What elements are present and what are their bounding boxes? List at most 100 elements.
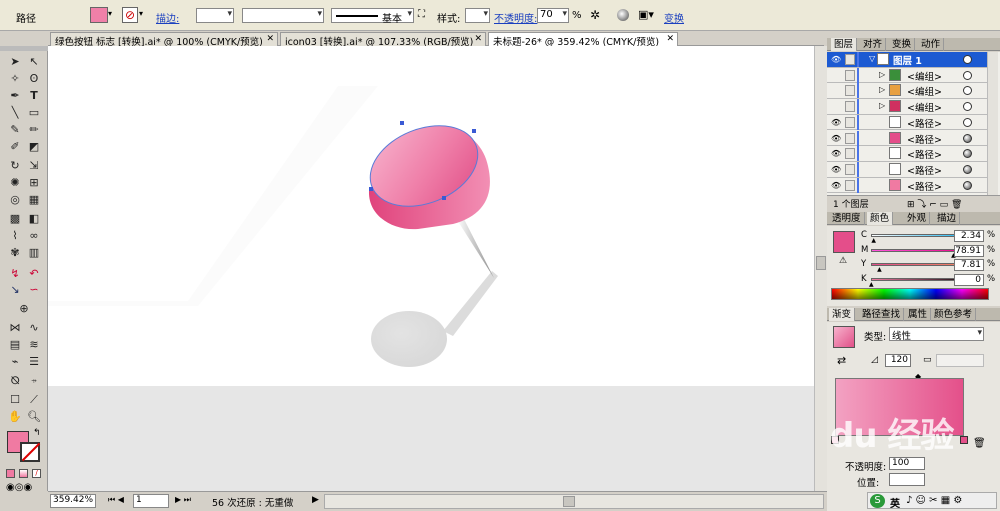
reverse-gradient-icon[interactable]: ⇄ [837, 354, 846, 367]
graph-tool-icon[interactable]: ▥ [26, 245, 42, 261]
lock-toggle[interactable] [845, 148, 855, 160]
target-circle-icon[interactable] [963, 102, 972, 112]
crosshair-tool-icon[interactable]: ⊕ [16, 301, 32, 317]
next-page-icon[interactable]: ▶ ⏭ [175, 495, 191, 505]
visibility-eye-icon[interactable]: 👁︎ [831, 149, 841, 158]
gradient-type-dropdown[interactable]: 线性 [889, 327, 984, 342]
warp-envelope-icon[interactable]: ∿ [26, 320, 42, 336]
layer-row[interactable]: 👁︎ <路径> [827, 130, 992, 147]
channel-value-field[interactable]: 0 [954, 273, 984, 286]
visibility-eye-icon[interactable]: 👁︎ [831, 181, 841, 190]
color-spectrum[interactable] [831, 288, 989, 300]
globe-icon[interactable] [617, 9, 629, 21]
swap-icon[interactable]: ↰ [33, 428, 41, 438]
selection-tool-icon[interactable]: ➤ [7, 54, 23, 70]
opacity-field[interactable]: 70 [537, 8, 569, 23]
tab-doc-3[interactable]: 未标题-26* @ 359.42% (CMYK/预览) ✕ [488, 32, 678, 46]
close-icon[interactable]: ✕ [474, 34, 482, 44]
live-paint-icon[interactable]: ∽ [26, 282, 42, 298]
scale-tool-icon[interactable]: ⇲ [26, 158, 42, 174]
direct-selection-tool-icon[interactable]: ↖ [26, 54, 42, 70]
target-circle-icon[interactable] [963, 133, 972, 143]
fill-swatch[interactable] [90, 7, 108, 23]
zoom-tool-icon[interactable]: 🔍︎ [26, 409, 42, 425]
visibility-eye-icon[interactable]: 👁︎ [831, 118, 841, 127]
stroke-none-icon[interactable]: ⊘ [122, 7, 138, 23]
pencil-icon[interactable]: ✏ [26, 122, 42, 138]
none-mode-icon[interactable]: / [32, 469, 41, 478]
visibility-eye-icon[interactable] [831, 71, 840, 80]
rectangle-tool-icon[interactable]: ▭ [26, 105, 42, 121]
type-tool-icon[interactable]: T [26, 88, 42, 104]
tab-transform[interactable]: 变换 [889, 38, 916, 51]
slider-handle-icon[interactable]: ▲ [877, 266, 882, 273]
gradient-stop-end[interactable] [960, 436, 968, 444]
stroke-label[interactable]: 描边: [156, 10, 179, 25]
tab-appearance[interactable]: 外观 [904, 212, 931, 225]
expand-triangle-icon[interactable]: ▷ [879, 101, 885, 110]
toolbox-grip[interactable] [0, 46, 48, 51]
tab-doc-2[interactable]: icon03 [转换].ai* @ 107.33% (RGB/预览) ✕ [280, 32, 486, 46]
gradient-swatch[interactable] [833, 326, 855, 348]
perspective-grid-icon[interactable]: ▦ [26, 192, 42, 208]
horizontal-scrollbar[interactable] [324, 494, 824, 509]
target-circle-icon[interactable] [963, 70, 972, 80]
anchor-point[interactable] [400, 121, 404, 125]
lock-toggle[interactable] [845, 69, 855, 81]
vertical-scrollbar[interactable] [814, 46, 827, 491]
slice-knife-icon[interactable]: ⟋ [26, 392, 42, 408]
scroll-thumb[interactable] [563, 496, 575, 507]
recolor-icon[interactable]: ✲ [590, 8, 608, 24]
tab-align[interactable]: 对齐 [860, 38, 887, 51]
warp-tool-icon[interactable]: ✺ [7, 175, 23, 191]
target-circle-icon[interactable] [963, 86, 972, 96]
visibility-eye-icon[interactable]: 👁︎ [831, 165, 841, 174]
lock-toggle[interactable] [845, 132, 855, 144]
knife-tool-icon[interactable]: ≋ [26, 337, 42, 353]
lock-toggle[interactable] [845, 116, 855, 128]
slice-tool-icon[interactable]: ↶ [26, 266, 42, 282]
target-circle-icon[interactable] [963, 149, 972, 159]
line-tool-icon[interactable]: ╲ [7, 105, 23, 121]
visibility-eye-icon[interactable] [831, 86, 840, 95]
stroke-color-swatch[interactable] [20, 442, 41, 462]
tab-layers[interactable]: 图层 [831, 38, 858, 51]
rotate-tool-icon[interactable]: ↻ [7, 158, 23, 174]
isolate-icon[interactable]: ▣▾ [638, 8, 660, 24]
lock-toggle[interactable] [845, 163, 855, 175]
channel-value-field[interactable]: 78.91 [954, 244, 984, 257]
measure-tool-icon[interactable]: ⦰ [7, 373, 23, 389]
scissors-icon[interactable]: ⌁ [7, 354, 23, 370]
layer-row[interactable]: 👁︎ <路径> [827, 177, 992, 194]
visibility-eye-icon[interactable] [831, 102, 840, 111]
gradient-tool-icon[interactable]: ◧ [26, 211, 42, 227]
blob-brush-icon[interactable]: ✐ [7, 139, 23, 155]
aspect-field[interactable] [936, 354, 984, 367]
tab-stroke[interactable]: 描边 [934, 212, 961, 225]
layer-row[interactable]: 👁︎ <路径> [827, 161, 992, 178]
eyedropper-alt-icon[interactable]: ⍆ [26, 373, 42, 389]
channel-value-field[interactable]: 2.34 [954, 230, 984, 242]
tab-pathfinder[interactable]: 路径查找 [859, 308, 905, 321]
tab-transparency[interactable]: 透明度 [829, 212, 865, 225]
table-tool-icon[interactable]: ▤ [7, 337, 23, 353]
page-field[interactable]: 1 [133, 494, 169, 508]
tab-gradient[interactable]: 渐变 [829, 308, 856, 321]
pen-tool-icon[interactable]: ✒ [7, 88, 23, 104]
layer-row[interactable]: ▷ <编组> [827, 99, 992, 115]
draw-mode-icons[interactable]: ◉◎◉ [6, 483, 42, 493]
lock-toggle[interactable] [845, 54, 855, 65]
channel-value-field[interactable]: 7.81 [954, 259, 984, 271]
stroke-weight-field[interactable] [196, 8, 234, 23]
angle-field[interactable]: 120 [885, 354, 911, 367]
align-icon[interactable]: ⛶ [418, 9, 432, 23]
artboard-canvas[interactable] [48, 46, 814, 491]
lock-toggle[interactable] [845, 85, 855, 97]
first-page-icon[interactable]: ⏮ ◀ [108, 495, 124, 505]
free-transform-icon[interactable]: ⊞ [26, 175, 42, 191]
tab-doc-1[interactable]: 绿色按钮 标志 [转换].ai* @ 100% (CMYK/预览) ✕ [50, 32, 278, 46]
lock-toggle[interactable] [845, 101, 855, 113]
artboard-tool-icon[interactable]: ↯ [7, 266, 23, 282]
anchor-point[interactable] [442, 196, 446, 200]
tab-color[interactable]: 颜色 [867, 212, 894, 225]
